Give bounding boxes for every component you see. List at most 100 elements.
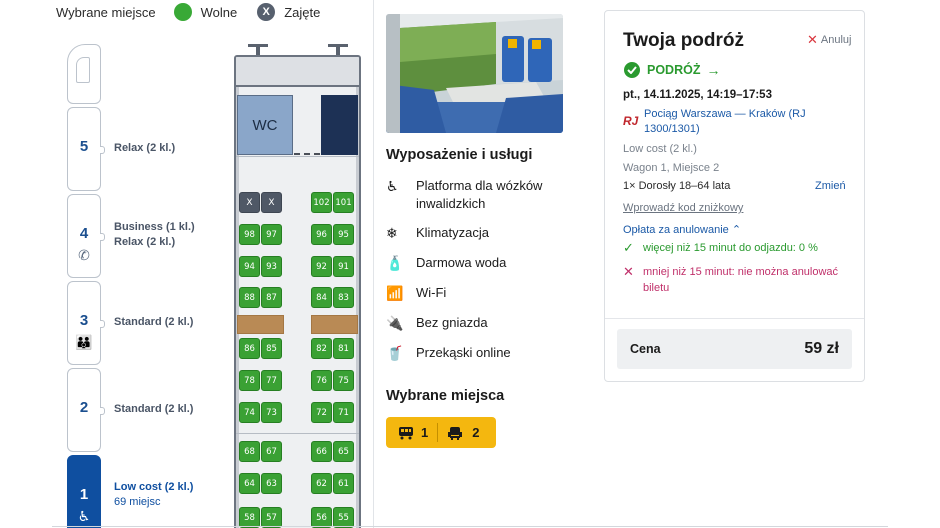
seat-63[interactable]: 63 [261, 473, 282, 494]
wagon-2-button[interactable]: 2 [67, 368, 105, 452]
seat-78[interactable]: 78 [239, 370, 260, 391]
table [311, 315, 358, 334]
seat-93[interactable]: 93 [261, 256, 282, 277]
amenity-no-socket: 🔌 Bez gniazda [386, 314, 488, 332]
seat-86[interactable]: 86 [239, 338, 260, 359]
seat-94[interactable]: 94 [239, 256, 260, 277]
taken-seat-swatch: X [257, 3, 276, 21]
direction-label: PODRÓŻ [647, 63, 701, 77]
seat-88[interactable]: 88 [239, 287, 260, 308]
amenity-label-line2: inwalidzkich [416, 196, 486, 211]
seat-66[interactable]: 66 [311, 441, 332, 462]
selected-wagon-value: 1 [421, 425, 429, 440]
snowflake-icon: ❄ [386, 225, 398, 241]
seat-71[interactable]: 71 [333, 402, 354, 423]
water-bottle-icon: 🧴 [386, 255, 404, 271]
taken-seat: X [261, 192, 282, 213]
amenity-water: 🧴 Darmowa woda [386, 254, 506, 272]
change-passenger-link[interactable]: Zmień [815, 180, 846, 192]
seat-67[interactable]: 67 [261, 441, 282, 462]
selected-seats-title: Wybrane miejsca [386, 388, 505, 404]
seat-98[interactable]: 98 [239, 224, 260, 245]
coach-interior-photo [386, 14, 563, 133]
seat-82[interactable]: 82 [311, 338, 332, 359]
seat-91[interactable]: 91 [333, 256, 354, 277]
seat-75[interactable]: 75 [333, 370, 354, 391]
wagon-1-seat-count: 69 miejsc [114, 496, 161, 508]
family-icon: 👪 [75, 334, 93, 350]
seat-65[interactable]: 65 [333, 441, 354, 462]
wifi-icon: 📶 [386, 285, 404, 301]
wagon-3-button[interactable]: 3 👪 [67, 281, 105, 365]
cancel-rule-bad: ✕ mniej niż 15 minut: nie można anulować… [623, 264, 853, 296]
seat-55[interactable]: 55 [333, 507, 354, 528]
seat-56[interactable]: 56 [311, 507, 332, 528]
seat-61[interactable]: 61 [333, 473, 354, 494]
amenity-ac: ❄ Klimatyzacja [386, 224, 489, 242]
seat-102[interactable]: 102 [311, 192, 332, 213]
seat-72[interactable]: 72 [311, 402, 332, 423]
seat-85[interactable]: 85 [261, 338, 282, 359]
locomotive-front [67, 44, 101, 104]
wagon-5-button[interactable]: 5 [67, 107, 105, 191]
seat-legend: Wybrane miejsce Wolne X Zajęte [56, 3, 320, 21]
train-link[interactable]: Pociąg Warszawa — Kraków (RJ 1300/1301) [644, 107, 814, 137]
seat-77[interactable]: 77 [261, 370, 282, 391]
check-icon: ✓ [623, 240, 634, 255]
legend-free-label: Wolne [200, 4, 238, 20]
wagon-4-label-line2: Relax (2 kl.) [114, 236, 176, 248]
seat-73[interactable]: 73 [261, 402, 282, 423]
amenity-label: Platforma dla wózków [416, 178, 543, 193]
amenity-wifi: 📶 Wi-Fi [386, 284, 446, 302]
wagon-4-button[interactable]: 4 ✆ [67, 194, 105, 278]
wc-room: WC [237, 95, 293, 155]
seat-info: Wagon 1, Miejsce 2 [623, 162, 720, 174]
seat-76[interactable]: 76 [311, 370, 332, 391]
seat-92[interactable]: 92 [311, 256, 332, 277]
wagon-1-label-title: Low cost (2 kl.) [114, 481, 194, 493]
cancel-rule-ok-text: więcej niż 15 minut do odjazdu: 0 % [643, 242, 818, 254]
check-circle-icon [624, 62, 640, 78]
seat-83[interactable]: 83 [333, 287, 354, 308]
wagon-3-label: Standard (2 kl.) [114, 316, 194, 328]
wagon-number: 3 [79, 312, 89, 329]
trip-title: Twoja podróż [623, 30, 745, 51]
chevron-up-icon: ⌃ [731, 224, 742, 236]
seat-101[interactable]: 101 [333, 192, 354, 213]
seat-81[interactable]: 81 [333, 338, 354, 359]
cancel-rule-bad-text: mniej niż 15 minut: nie można anulować b… [643, 266, 839, 294]
seat-68[interactable]: 68 [239, 441, 260, 462]
wagon-number: 2 [79, 399, 89, 416]
arrow-right-icon: → [706, 62, 721, 78]
cross-icon: ✕ [623, 264, 634, 279]
amenities-title: Wyposażenie i usługi [386, 147, 533, 163]
wagon-4-label: Business (1 kl.) Relax (2 kl.) [114, 220, 195, 250]
wheelchair-icon: ♿ [386, 178, 399, 194]
seat-58[interactable]: 58 [239, 507, 260, 528]
cancellation-fee-toggle[interactable]: Opłata za anulowanie ⌃ [623, 223, 741, 236]
seat-95[interactable]: 95 [333, 224, 354, 245]
carrier-logo: RJ [623, 114, 639, 128]
wagon-number: 1 [79, 486, 89, 503]
seat-62[interactable]: 62 [311, 473, 332, 494]
seat-84[interactable]: 84 [311, 287, 332, 308]
wagon-number: 5 [79, 138, 89, 155]
selected-seats-pill[interactable]: 1 2 [386, 417, 496, 448]
wheelchair-icon: ♿ [77, 508, 91, 524]
pantograph [328, 44, 348, 55]
seat-97[interactable]: 97 [261, 224, 282, 245]
passenger-info: 1× Dorosły 18–64 lata [623, 180, 731, 192]
amenity-label: Darmowa woda [416, 255, 507, 270]
seat-87[interactable]: 87 [261, 287, 282, 308]
seat-57[interactable]: 57 [261, 507, 282, 528]
discount-code-link[interactable]: Wprowadź kod zniżkowy [623, 202, 743, 214]
amenity-label: Klimatyzacja [416, 225, 489, 240]
no-plug-icon: 🔌 [386, 315, 404, 331]
aisle-door [294, 153, 320, 155]
seat-64[interactable]: 64 [239, 473, 260, 494]
wagon-1-button[interactable]: 1 ♿ [67, 455, 101, 528]
seat-74[interactable]: 74 [239, 402, 260, 423]
free-seat-swatch [173, 3, 192, 21]
cancel-button[interactable]: ✕ Anuluj [807, 32, 851, 48]
seat-96[interactable]: 96 [311, 224, 332, 245]
